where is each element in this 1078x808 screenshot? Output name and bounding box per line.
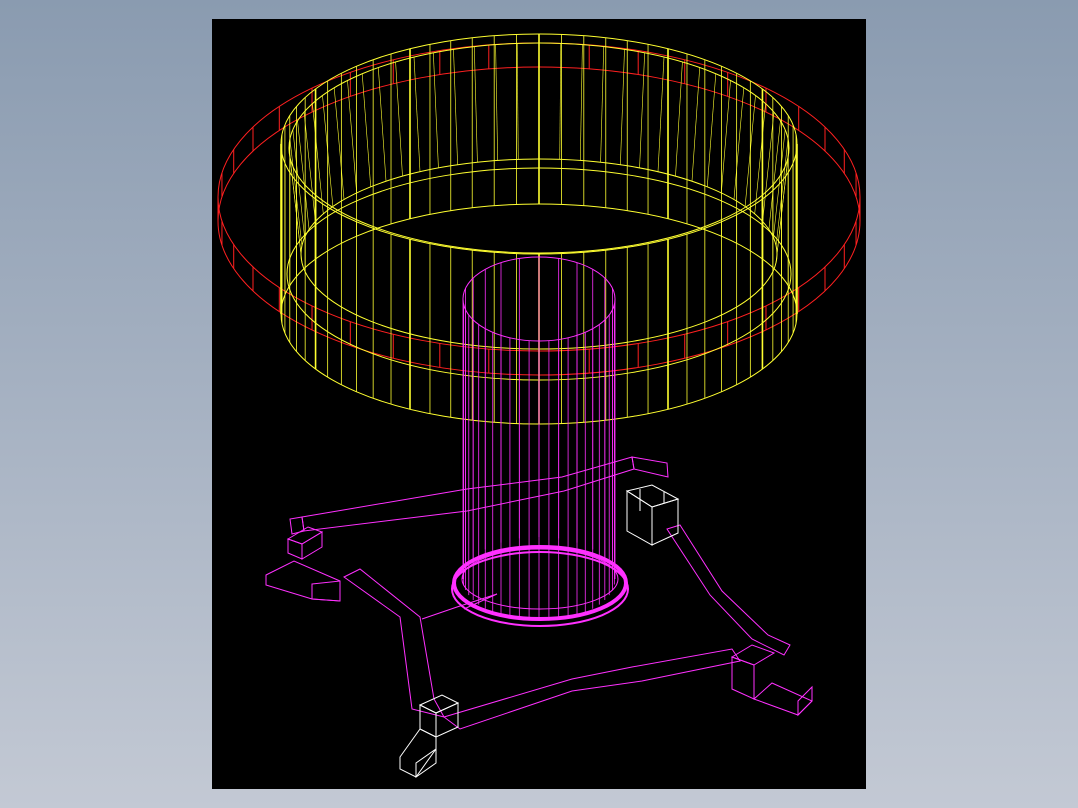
wireframe-model: [212, 19, 866, 789]
cad-viewport[interactable]: [212, 19, 866, 789]
